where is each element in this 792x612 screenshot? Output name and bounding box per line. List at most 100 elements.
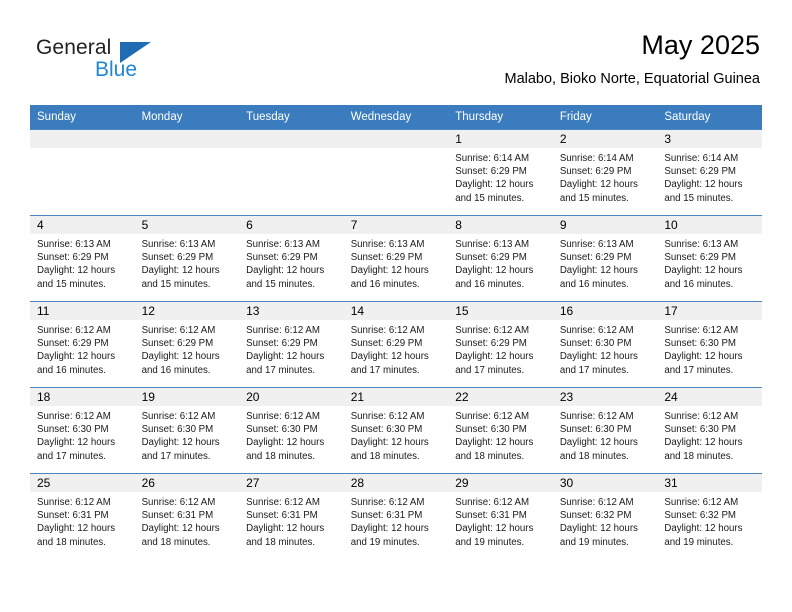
- daylight-text-line1: Daylight: 12 hours: [141, 351, 220, 363]
- daylight-text-line2: and 16 minutes.: [350, 278, 420, 290]
- sunset-text: Sunset: 6:29 PM: [350, 338, 423, 350]
- daylight-text-line2: and 17 minutes.: [559, 364, 629, 376]
- daylight-text-line2: and 18 minutes.: [246, 450, 316, 462]
- calendar-day-cell[interactable]: 11 Sunrise: 6:12 AM Sunset: 6:29 PM Dayligh…: [30, 301, 135, 388]
- calendar-day-cell[interactable]: 3 Sunrise: 6:14 AM Sunset: 6:29 PM Daylight…: [657, 129, 762, 216]
- calendar-day-cell[interactable]: 6 Sunrise: 6:13 AM Sunset: 6:29 PM Daylight…: [239, 215, 344, 302]
- daylight-text-line1: Daylight: 12 hours: [455, 523, 534, 535]
- general-blue-logo[interactable]: General Blue: [36, 36, 216, 92]
- day-number: 27: [239, 474, 344, 492]
- daylight-text-line1: Daylight: 12 hours: [559, 351, 638, 363]
- calendar-day-cell[interactable]: 31 Sunrise: 6:12 AM Sunset: 6:32 PM Dayligh…: [657, 473, 762, 559]
- daylight-text-line1: Daylight: 12 hours: [246, 437, 325, 449]
- daylight-text-line1: Daylight: 12 hours: [664, 437, 743, 449]
- calendar-day-cell[interactable]: 22 Sunrise: 6:12 AM Sunset: 6:30 PM Dayligh…: [448, 387, 553, 474]
- day-details: Sunrise: 6:12 AM Sunset: 6:31 PM Daylight:…: [239, 492, 344, 549]
- sunset-text: Sunset: 6:29 PM: [246, 252, 318, 264]
- daylight-text-line1: Daylight: 12 hours: [559, 437, 638, 449]
- calendar-day-cell[interactable]: 17 Sunrise: 6:12 AM Sunset: 6:30 PM Dayligh…: [657, 301, 762, 388]
- calendar-day-cell[interactable]: 30 Sunrise: 6:12 AM Sunset: 6:32 PM Dayligh…: [552, 473, 658, 559]
- sunset-text: Sunset: 6:30 PM: [141, 424, 214, 436]
- daylight-text-line1: Daylight: 12 hours: [141, 265, 220, 277]
- calendar-day-cell[interactable]: 23 Sunrise: 6:12 AM Sunset: 6:30 PM Dayligh…: [552, 387, 658, 474]
- sunrise-text: Sunrise: 6:13 AM: [559, 239, 634, 250]
- daylight-text-line2: and 15 minutes.: [559, 192, 629, 204]
- day-details: Sunrise: 6:13 AM Sunset: 6:29 PM Daylight:…: [135, 234, 240, 291]
- calendar-day-cell[interactable]: 4 Sunrise: 6:13 AM Sunset: 6:29 PM Daylight…: [30, 215, 135, 302]
- page-header: General Blue May 2025 Malabo, Bioko Nort…: [30, 28, 762, 98]
- sunrise-text: Sunrise: 6:14 AM: [559, 153, 634, 164]
- day-details: Sunrise: 6:12 AM Sunset: 6:31 PM Daylight:…: [135, 492, 240, 549]
- calendar-day-cell[interactable]: 15 Sunrise: 6:12 AM Sunset: 6:29 PM Dayligh…: [448, 301, 553, 388]
- day-details: Sunrise: 6:12 AM Sunset: 6:30 PM Daylight:…: [553, 320, 658, 377]
- calendar-day-cell[interactable]: 25 Sunrise: 6:12 AM Sunset: 6:31 PM Dayligh…: [30, 473, 135, 559]
- calendar-day-cell[interactable]: 21 Sunrise: 6:12 AM Sunset: 6:30 PM Dayligh…: [343, 387, 449, 474]
- calendar-day-cell[interactable]: 1 Sunrise: 6:14 AM Sunset: 6:29 PM Daylight…: [448, 129, 553, 216]
- sunset-text: Sunset: 6:29 PM: [559, 252, 632, 264]
- weekday-header-sunday: Sunday: [30, 105, 135, 130]
- day-number: 16: [552, 302, 658, 320]
- day-details: Sunrise: 6:12 AM Sunset: 6:31 PM Daylight:…: [448, 492, 553, 549]
- calendar-day-cell[interactable]: 2 Sunrise: 6:14 AM Sunset: 6:29 PM Daylight…: [552, 129, 658, 216]
- daylight-text-line2: and 15 minutes.: [37, 278, 106, 290]
- day-number: 20: [239, 388, 344, 406]
- sunset-text: Sunset: 6:29 PM: [37, 252, 109, 264]
- daylight-text-line1: Daylight: 12 hours: [350, 437, 429, 449]
- day-details: Sunrise: 6:12 AM Sunset: 6:29 PM Daylight:…: [344, 320, 449, 377]
- sunset-text: Sunset: 6:29 PM: [141, 338, 214, 350]
- day-details: Sunrise: 6:12 AM Sunset: 6:30 PM Daylight:…: [239, 406, 344, 463]
- day-number: 30: [552, 474, 658, 492]
- calendar-day-cell-empty: [239, 129, 344, 216]
- calendar-day-cell[interactable]: 29 Sunrise: 6:12 AM Sunset: 6:31 PM Dayligh…: [448, 473, 553, 559]
- day-number: 9: [552, 216, 658, 234]
- sunset-text: Sunset: 6:30 PM: [350, 424, 423, 436]
- day-number: 7: [343, 216, 449, 234]
- daylight-text-line1: Daylight: 12 hours: [455, 265, 534, 277]
- calendar-day-cell[interactable]: 5 Sunrise: 6:13 AM Sunset: 6:29 PM Daylight…: [134, 215, 240, 302]
- day-details: Sunrise: 6:12 AM Sunset: 6:30 PM Daylight:…: [30, 406, 135, 463]
- day-details: Sunrise: 6:12 AM Sunset: 6:30 PM Daylight:…: [657, 320, 762, 377]
- daylight-text-line2: and 18 minutes.: [559, 450, 629, 462]
- calendar-day-cell[interactable]: 7 Sunrise: 6:13 AM Sunset: 6:29 PM Daylight…: [343, 215, 449, 302]
- weekday-header-saturday: Saturday: [657, 105, 762, 130]
- calendar-day-cell[interactable]: 28 Sunrise: 6:12 AM Sunset: 6:31 PM Dayligh…: [343, 473, 449, 559]
- daylight-text-line2: and 19 minutes.: [455, 536, 525, 548]
- day-details: Sunrise: 6:14 AM Sunset: 6:29 PM Daylight:…: [448, 148, 553, 205]
- calendar-day-cell[interactable]: 18 Sunrise: 6:12 AM Sunset: 6:30 PM Dayligh…: [30, 387, 135, 474]
- day-details: Sunrise: 6:12 AM Sunset: 6:31 PM Daylight:…: [344, 492, 449, 549]
- calendar-day-cell[interactable]: 13 Sunrise: 6:12 AM Sunset: 6:29 PM Dayligh…: [239, 301, 344, 388]
- sunrise-text: Sunrise: 6:12 AM: [559, 497, 634, 508]
- weekday-header-wednesday: Wednesday: [343, 105, 449, 130]
- day-number: 15: [448, 302, 553, 320]
- calendar-day-cell[interactable]: 26 Sunrise: 6:12 AM Sunset: 6:31 PM Dayligh…: [134, 473, 240, 559]
- calendar-day-cell[interactable]: 19 Sunrise: 6:12 AM Sunset: 6:30 PM Dayligh…: [134, 387, 240, 474]
- daylight-text-line1: Daylight: 12 hours: [455, 437, 534, 449]
- daylight-text-line2: and 15 minutes.: [455, 192, 525, 204]
- calendar-day-cell[interactable]: 9 Sunrise: 6:13 AM Sunset: 6:29 PM Daylight…: [552, 215, 658, 302]
- calendar-day-cell[interactable]: 16 Sunrise: 6:12 AM Sunset: 6:30 PM Dayligh…: [552, 301, 658, 388]
- sunrise-text: Sunrise: 6:12 AM: [559, 325, 634, 336]
- calendar-day-cell[interactable]: 27 Sunrise: 6:12 AM Sunset: 6:31 PM Dayligh…: [239, 473, 344, 559]
- daylight-text-line1: Daylight: 12 hours: [37, 351, 116, 363]
- calendar-header-row: Sunday Monday Tuesday Wednesday Thursday…: [30, 105, 762, 130]
- sunrise-text: Sunrise: 6:13 AM: [350, 239, 425, 250]
- day-details: Sunrise: 6:13 AM Sunset: 6:29 PM Daylight:…: [448, 234, 553, 291]
- calendar-day-cell[interactable]: 24 Sunrise: 6:12 AM Sunset: 6:30 PM Dayligh…: [657, 387, 762, 474]
- sunrise-text: Sunrise: 6:13 AM: [664, 239, 739, 250]
- day-number: 2: [552, 130, 658, 148]
- calendar-day-cell[interactable]: 20 Sunrise: 6:12 AM Sunset: 6:30 PM Dayligh…: [239, 387, 344, 474]
- day-number: 28: [343, 474, 449, 492]
- day-number: 29: [448, 474, 553, 492]
- sunrise-text: Sunrise: 6:12 AM: [455, 497, 530, 508]
- sunrise-text: Sunrise: 6:13 AM: [141, 239, 216, 250]
- sunrise-text: Sunrise: 6:12 AM: [141, 325, 216, 336]
- calendar-day-cell[interactable]: 10 Sunrise: 6:13 AM Sunset: 6:29 PM Dayligh…: [657, 215, 762, 302]
- day-details: Sunrise: 6:12 AM Sunset: 6:29 PM Daylight:…: [30, 320, 135, 377]
- day-details: Sunrise: 6:12 AM Sunset: 6:31 PM Daylight:…: [30, 492, 135, 549]
- daylight-text-line2: and 18 minutes.: [246, 536, 316, 548]
- calendar-day-cell[interactable]: 14 Sunrise: 6:12 AM Sunset: 6:29 PM Dayligh…: [343, 301, 449, 388]
- calendar-day-cell[interactable]: 12 Sunrise: 6:12 AM Sunset: 6:29 PM Dayligh…: [134, 301, 240, 388]
- daylight-text-line2: and 18 minutes.: [141, 536, 211, 548]
- calendar-day-cell[interactable]: 8 Sunrise: 6:13 AM Sunset: 6:29 PM Daylight…: [448, 215, 553, 302]
- daylight-text-line2: and 15 minutes.: [664, 192, 734, 204]
